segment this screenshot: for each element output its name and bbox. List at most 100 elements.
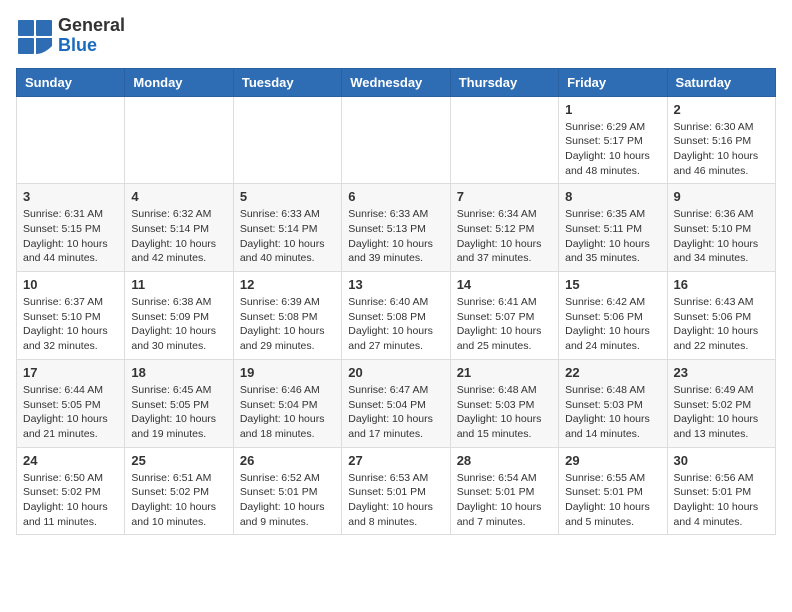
day-info: Sunrise: 6:52 AMSunset: 5:01 PMDaylight:… — [240, 471, 335, 530]
calendar-week-row: 10 Sunrise: 6:37 AMSunset: 5:10 PMDayligh… — [17, 272, 776, 360]
calendar-day-cell — [450, 96, 558, 184]
calendar-day-cell — [233, 96, 341, 184]
day-number: 18 — [131, 365, 226, 380]
day-number: 24 — [23, 453, 118, 468]
calendar-day-cell: 18 Sunrise: 6:45 AMSunset: 5:05 PMDayligh… — [125, 359, 233, 447]
weekday-header: Sunday — [17, 68, 125, 96]
day-number: 2 — [674, 102, 769, 117]
day-info: Sunrise: 6:50 AMSunset: 5:02 PMDaylight:… — [23, 471, 118, 530]
day-number: 21 — [457, 365, 552, 380]
calendar-day-cell: 15 Sunrise: 6:42 AMSunset: 5:06 PMDayligh… — [559, 272, 667, 360]
calendar-day-cell: 26 Sunrise: 6:52 AMSunset: 5:01 PMDayligh… — [233, 447, 341, 535]
day-number: 15 — [565, 277, 660, 292]
logo: General Blue — [16, 16, 125, 56]
day-info: Sunrise: 6:48 AMSunset: 5:03 PMDaylight:… — [457, 383, 552, 442]
day-info: Sunrise: 6:33 AMSunset: 5:14 PMDaylight:… — [240, 207, 335, 266]
calendar-day-cell: 6 Sunrise: 6:33 AMSunset: 5:13 PMDaylight… — [342, 184, 450, 272]
calendar-day-cell — [17, 96, 125, 184]
day-info: Sunrise: 6:43 AMSunset: 5:06 PMDaylight:… — [674, 295, 769, 354]
day-number: 22 — [565, 365, 660, 380]
logo-blue-label: Blue — [58, 36, 125, 56]
day-info: Sunrise: 6:36 AMSunset: 5:10 PMDaylight:… — [674, 207, 769, 266]
day-info: Sunrise: 6:51 AMSunset: 5:02 PMDaylight:… — [131, 471, 226, 530]
day-info: Sunrise: 6:49 AMSunset: 5:02 PMDaylight:… — [674, 383, 769, 442]
calendar-day-cell: 10 Sunrise: 6:37 AMSunset: 5:10 PMDayligh… — [17, 272, 125, 360]
day-number: 6 — [348, 189, 443, 204]
day-number: 26 — [240, 453, 335, 468]
header: General Blue — [16, 16, 776, 56]
day-info: Sunrise: 6:32 AMSunset: 5:14 PMDaylight:… — [131, 207, 226, 266]
day-info: Sunrise: 6:56 AMSunset: 5:01 PMDaylight:… — [674, 471, 769, 530]
calendar-day-cell: 24 Sunrise: 6:50 AMSunset: 5:02 PMDayligh… — [17, 447, 125, 535]
calendar-day-cell: 12Sunrise: 6:39 AMSunset: 5:08 PMDayligh… — [233, 272, 341, 360]
calendar-day-cell: 9 Sunrise: 6:36 AMSunset: 5:10 PMDaylight… — [667, 184, 775, 272]
calendar-day-cell: 13Sunrise: 6:40 AMSunset: 5:08 PMDayligh… — [342, 272, 450, 360]
calendar-week-row: 24 Sunrise: 6:50 AMSunset: 5:02 PMDayligh… — [17, 447, 776, 535]
day-number: 17 — [23, 365, 118, 380]
day-info: Sunrise: 6:46 AMSunset: 5:04 PMDaylight:… — [240, 383, 335, 442]
calendar-day-cell: 17 Sunrise: 6:44 AMSunset: 5:05 PMDayligh… — [17, 359, 125, 447]
calendar-day-cell: 21 Sunrise: 6:48 AMSunset: 5:03 PMDayligh… — [450, 359, 558, 447]
calendar-table: SundayMondayTuesdayWednesdayThursdayFrid… — [16, 68, 776, 536]
day-number: 13 — [348, 277, 443, 292]
day-info: Sunrise: 6:33 AMSunset: 5:13 PMDaylight:… — [348, 207, 443, 266]
day-info: Sunrise: 6:39 AMSunset: 5:08 PMDaylight:… — [240, 295, 335, 354]
day-info: Sunrise: 6:38 AMSunset: 5:09 PMDaylight:… — [131, 295, 226, 354]
day-info: Sunrise: 6:53 AMSunset: 5:01 PMDaylight:… — [348, 471, 443, 530]
calendar-week-row: 1 Sunrise: 6:29 AMSunset: 5:17 PMDaylight… — [17, 96, 776, 184]
day-number: 3 — [23, 189, 118, 204]
calendar-day-cell: 23 Sunrise: 6:49 AMSunset: 5:02 PMDayligh… — [667, 359, 775, 447]
calendar-day-cell: 7 Sunrise: 6:34 AMSunset: 5:12 PMDaylight… — [450, 184, 558, 272]
calendar-day-cell: 2 Sunrise: 6:30 AMSunset: 5:16 PMDaylight… — [667, 96, 775, 184]
day-number: 19 — [240, 365, 335, 380]
weekday-header: Friday — [559, 68, 667, 96]
calendar-week-row: 17 Sunrise: 6:44 AMSunset: 5:05 PMDayligh… — [17, 359, 776, 447]
calendar-day-cell: 20Sunrise: 6:47 AMSunset: 5:04 PMDayligh… — [342, 359, 450, 447]
day-number: 23 — [674, 365, 769, 380]
day-info: Sunrise: 6:30 AMSunset: 5:16 PMDaylight:… — [674, 120, 769, 179]
day-info: Sunrise: 6:47 AMSunset: 5:04 PMDaylight:… — [348, 383, 443, 442]
day-info: Sunrise: 6:34 AMSunset: 5:12 PMDaylight:… — [457, 207, 552, 266]
page: General Blue SundayMondayTuesdayWednesda… — [0, 0, 792, 551]
day-number: 5 — [240, 189, 335, 204]
day-number: 30 — [674, 453, 769, 468]
calendar-day-cell: 4 Sunrise: 6:32 AMSunset: 5:14 PMDaylight… — [125, 184, 233, 272]
day-info: Sunrise: 6:44 AMSunset: 5:05 PMDaylight:… — [23, 383, 118, 442]
weekday-header: Tuesday — [233, 68, 341, 96]
calendar-day-cell — [342, 96, 450, 184]
day-number: 4 — [131, 189, 226, 204]
day-info: Sunrise: 6:37 AMSunset: 5:10 PMDaylight:… — [23, 295, 118, 354]
day-info: Sunrise: 6:35 AMSunset: 5:11 PMDaylight:… — [565, 207, 660, 266]
day-number: 11 — [131, 277, 226, 292]
calendar-day-cell: 29Sunrise: 6:55 AMSunset: 5:01 PMDayligh… — [559, 447, 667, 535]
day-number: 7 — [457, 189, 552, 204]
day-number: 28 — [457, 453, 552, 468]
calendar-day-cell: 14Sunrise: 6:41 AMSunset: 5:07 PMDayligh… — [450, 272, 558, 360]
weekday-header: Wednesday — [342, 68, 450, 96]
day-info: Sunrise: 6:45 AMSunset: 5:05 PMDaylight:… — [131, 383, 226, 442]
calendar-day-cell: 28 Sunrise: 6:54 AMSunset: 5:01 PMDayligh… — [450, 447, 558, 535]
calendar-day-cell: 3 Sunrise: 6:31 AMSunset: 5:15 PMDaylight… — [17, 184, 125, 272]
day-info: Sunrise: 6:31 AMSunset: 5:15 PMDaylight:… — [23, 207, 118, 266]
calendar-day-cell: 11 Sunrise: 6:38 AMSunset: 5:09 PMDayligh… — [125, 272, 233, 360]
calendar-day-cell: 16 Sunrise: 6:43 AMSunset: 5:06 PMDayligh… — [667, 272, 775, 360]
weekday-header: Thursday — [450, 68, 558, 96]
day-info: Sunrise: 6:29 AMSunset: 5:17 PMDaylight:… — [565, 120, 660, 179]
day-info: Sunrise: 6:42 AMSunset: 5:06 PMDaylight:… — [565, 295, 660, 354]
day-number: 25 — [131, 453, 226, 468]
day-info: Sunrise: 6:54 AMSunset: 5:01 PMDaylight:… — [457, 471, 552, 530]
calendar-day-cell: 25 Sunrise: 6:51 AMSunset: 5:02 PMDayligh… — [125, 447, 233, 535]
calendar-day-cell: 30 Sunrise: 6:56 AMSunset: 5:01 PMDayligh… — [667, 447, 775, 535]
weekday-header: Saturday — [667, 68, 775, 96]
day-number: 9 — [674, 189, 769, 204]
logo-svg — [16, 18, 54, 56]
day-number: 14 — [457, 277, 552, 292]
day-number: 16 — [674, 277, 769, 292]
calendar-day-cell: 8 Sunrise: 6:35 AMSunset: 5:11 PMDaylight… — [559, 184, 667, 272]
day-number: 10 — [23, 277, 118, 292]
day-number: 8 — [565, 189, 660, 204]
calendar-day-cell: 27Sunrise: 6:53 AMSunset: 5:01 PMDayligh… — [342, 447, 450, 535]
day-number: 1 — [565, 102, 660, 117]
calendar-week-row: 3 Sunrise: 6:31 AMSunset: 5:15 PMDaylight… — [17, 184, 776, 272]
calendar-day-cell: 1 Sunrise: 6:29 AMSunset: 5:17 PMDaylight… — [559, 96, 667, 184]
